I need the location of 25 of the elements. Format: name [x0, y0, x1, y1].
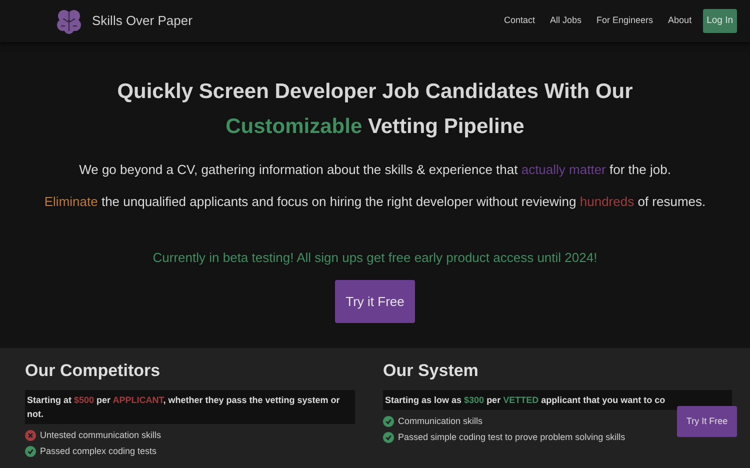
check-icon: [383, 432, 394, 444]
nav-link[interactable]: Contact: [504, 14, 535, 28]
feature-item: Passed complex coding tests: [40, 445, 157, 458]
brain-icon: [55, 7, 83, 35]
hero-title: Quickly Screen Developer Job Candidates With Our Customizable Vetting Pipeline: [117, 79, 633, 140]
section-heading: Our Competitors: [25, 360, 162, 382]
nav-link[interactable]: All Jobs: [550, 14, 582, 28]
login-button[interactable]: Log In: [702, 8, 737, 34]
nav-link[interactable]: About: [668, 14, 692, 28]
floating-try-free-button[interactable]: Try It Free: [677, 406, 737, 437]
check-icon: [25, 446, 36, 458]
cross-icon: [25, 430, 36, 441]
brand-name: Skills Over Paper: [92, 12, 192, 30]
hero-description: Eliminate the unqualified applicants and focus on hiring the right developer without reviewing hundreds of resumes.: [44, 192, 706, 211]
feature-item: Untested communication skills: [40, 428, 162, 442]
feature-item: Communication skills: [398, 414, 483, 428]
try-free-button[interactable]: Try it Free: [334, 280, 416, 323]
hero-description: We go beyond a CV, gathering information about the skills & experience that actually matter for the job.: [79, 161, 671, 179]
price-note: Starting at $500 per APPLICANT, whether they pass the vetting system or not.: [25, 390, 355, 424]
feature-item: Passed simple coding test to prove problem solving skills: [398, 431, 626, 444]
price-note: Starting as low as $300 per VETTED applicant that you want to co: [383, 390, 732, 410]
section-heading: Our System: [383, 360, 480, 382]
nav-link[interactable]: For Engineers: [596, 14, 654, 28]
check-icon: [383, 416, 394, 427]
beta-notice: Currently in beta testing! All sign ups get free early product access until 2024!: [152, 249, 598, 267]
